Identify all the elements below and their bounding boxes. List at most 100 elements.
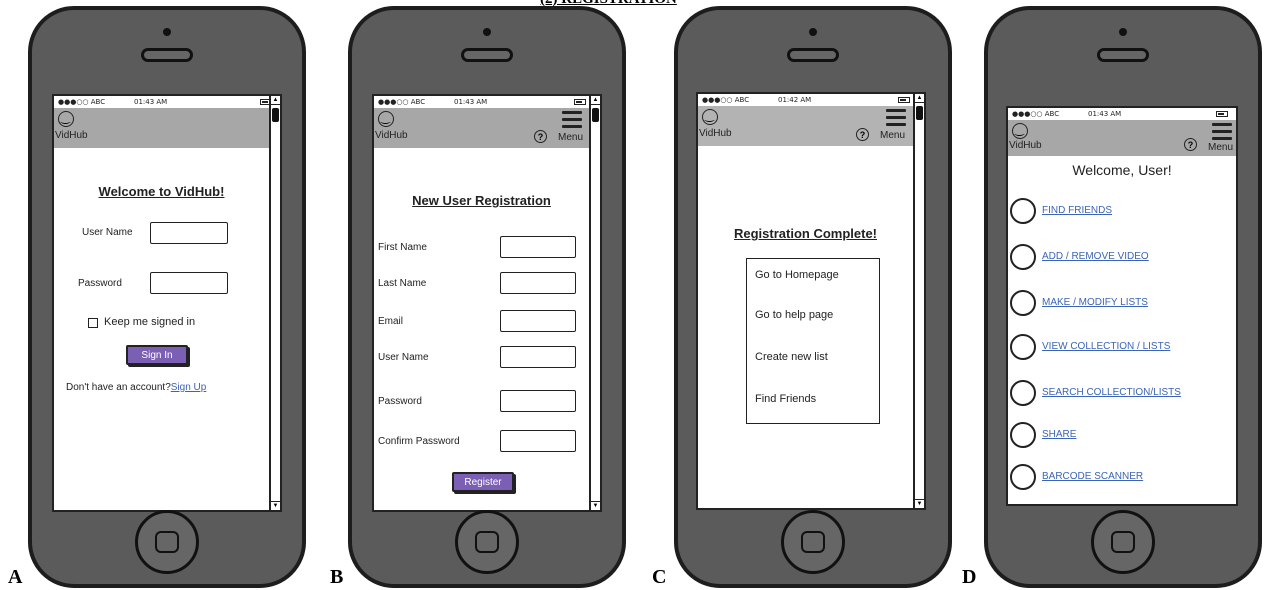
app-name: VidHub (55, 130, 88, 141)
no-account-text: Don't have an account? (66, 382, 171, 393)
menu-hamburger-icon[interactable] (562, 111, 582, 129)
menu-item-create-list[interactable]: Create new list (755, 351, 828, 363)
help-icon[interactable]: ? (534, 130, 547, 143)
menu-hamburger-icon[interactable] (1212, 123, 1232, 141)
screen-registration: ●●●○○ ABC 01:43 AM VidHub ? Menu ▲ ▼ New… (372, 94, 602, 512)
keep-signed-in-label: Keep me signed in (104, 316, 196, 328)
scroll-thumb[interactable] (592, 108, 599, 122)
carrier-signal: ●●●○○ ABC (378, 98, 426, 106)
battery-icon (898, 97, 910, 103)
field-label: Last Name (378, 278, 427, 289)
password-input[interactable] (150, 272, 228, 294)
camera-dot (483, 28, 491, 36)
sign-up-link[interactable]: Sign Up (171, 382, 207, 393)
panel-label-d: D (962, 566, 977, 588)
panel-label-c: C (652, 566, 667, 588)
status-bar: ●●●○○ ABC 01:43 AM (374, 96, 600, 108)
menu-item-help-page[interactable]: Go to help page (755, 309, 833, 321)
username-input[interactable] (150, 222, 228, 244)
confirm-password-input[interactable] (500, 430, 576, 452)
menu-label[interactable]: Menu (1208, 142, 1233, 153)
earpiece (461, 48, 513, 62)
first-name-input[interactable] (500, 236, 576, 258)
scroll-up-arrow-icon[interactable]: ▲ (271, 96, 280, 105)
field-label: Confirm Password (378, 436, 460, 447)
app-header: VidHub ? Menu (698, 106, 924, 146)
barcode-scanner-link[interactable]: BARCODE SCANNER (1042, 471, 1143, 482)
password-label: Password (78, 278, 122, 289)
phone-b: ●●●○○ ABC 01:43 AM VidHub ? Menu ▲ ▼ New… (348, 6, 626, 588)
status-time: 01:43 AM (1088, 110, 1122, 118)
field-label: First Name (378, 242, 427, 253)
field-label: User Name (378, 352, 429, 363)
help-icon[interactable]: ? (856, 128, 869, 141)
scroll-down-arrow-icon[interactable]: ▼ (271, 501, 280, 510)
make-modify-lists-link[interactable]: MAKE / MODIFY LISTS (1042, 297, 1148, 308)
scroll-thumb[interactable] (916, 106, 923, 120)
circle-icon (1010, 198, 1036, 224)
phone-d: ●●●○○ ABC 01:43 AM VidHub ? Menu Welcome… (984, 6, 1262, 588)
field-label: Email (378, 316, 404, 327)
menu-item-find-friends[interactable]: Find Friends (755, 393, 816, 405)
camera-dot (163, 28, 171, 36)
carrier-signal: ●●●○○ ABC (702, 96, 750, 104)
menu-label[interactable]: Menu (880, 130, 905, 141)
last-name-input[interactable] (500, 272, 576, 294)
username-input[interactable] (500, 346, 576, 368)
circle-icon (1010, 380, 1036, 406)
password-input[interactable] (500, 390, 576, 412)
battery-icon (1216, 111, 1228, 117)
home-button[interactable] (135, 510, 199, 574)
scrollbar[interactable]: ▲ ▼ (589, 96, 600, 510)
home-square-icon (1111, 531, 1135, 553)
share-link[interactable]: SHARE (1042, 429, 1076, 440)
status-time: 01:43 AM (134, 98, 168, 106)
scroll-up-arrow-icon[interactable]: ▲ (591, 96, 600, 105)
signup-prompt: Don't have an account?Sign Up (66, 382, 206, 393)
menu-hamburger-icon[interactable] (886, 109, 906, 127)
earpiece (787, 48, 839, 62)
camera-dot (809, 28, 817, 36)
email-input[interactable] (500, 310, 576, 332)
menu-label[interactable]: Menu (558, 132, 583, 143)
screen-home: ●●●○○ ABC 01:43 AM VidHub ? Menu Welcome… (1006, 106, 1238, 506)
status-bar: ●●●○○ ABC 01:43 AM (54, 96, 280, 108)
carrier-signal: ●●●○○ ABC (58, 98, 106, 106)
logo-smiley-icon (378, 111, 394, 127)
search-collection-lists-link[interactable]: SEARCH COLLECTION/LISTS (1042, 387, 1181, 398)
home-square-icon (475, 531, 499, 553)
help-icon[interactable]: ? (1184, 138, 1197, 151)
app-header: VidHub ? Menu (1008, 120, 1236, 156)
scrollbar[interactable]: ▲ ▼ (913, 94, 924, 508)
camera-dot (1119, 28, 1127, 36)
logo-smiley-icon (702, 109, 718, 125)
add-remove-video-link[interactable]: ADD / REMOVE VIDEO (1042, 251, 1149, 262)
find-friends-link[interactable]: FIND FRIENDS (1042, 205, 1112, 216)
app-header: VidHub (54, 108, 280, 148)
scroll-thumb[interactable] (272, 108, 279, 122)
scroll-down-arrow-icon[interactable]: ▼ (591, 501, 600, 510)
phone-c: ●●●○○ ABC 01:42 AM VidHub ? Menu ▲ ▼ Reg… (674, 6, 952, 588)
phone-a: ●●●○○ ABC 01:43 AM VidHub ▲ ▼ Welcome to… (28, 6, 306, 588)
home-button[interactable] (781, 510, 845, 574)
keep-signed-in-checkbox[interactable] (88, 318, 98, 328)
home-button[interactable] (455, 510, 519, 574)
scrollbar[interactable]: ▲ ▼ (269, 96, 280, 510)
welcome-heading: Welcome to VidHub! (98, 184, 225, 199)
home-square-icon (801, 531, 825, 553)
menu-item-homepage[interactable]: Go to Homepage (755, 269, 839, 281)
scroll-up-arrow-icon[interactable]: ▲ (915, 94, 924, 103)
app-name: VidHub (699, 128, 732, 139)
app-header: VidHub ? Menu (374, 108, 600, 148)
home-square-icon (155, 531, 179, 553)
registration-complete-heading: Registration Complete! (733, 226, 877, 241)
field-label: Password (378, 396, 422, 407)
sign-in-button[interactable]: Sign In (126, 345, 188, 365)
home-button[interactable] (1091, 510, 1155, 574)
view-collection-lists-link[interactable]: VIEW COLLECTION / LISTS (1042, 341, 1170, 352)
app-name: VidHub (1009, 140, 1042, 151)
next-steps-menu: Go to Homepage Go to help page Create ne… (746, 258, 880, 424)
scroll-down-arrow-icon[interactable]: ▼ (915, 499, 924, 508)
register-button[interactable]: Register (452, 472, 514, 492)
circle-icon (1010, 334, 1036, 360)
